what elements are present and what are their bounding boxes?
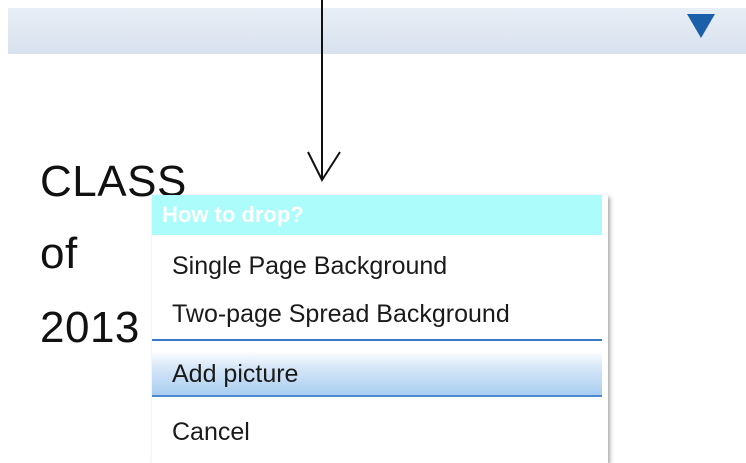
page-text-line-2: of bbox=[40, 229, 78, 278]
top-bar bbox=[8, 8, 746, 54]
page-text-line-3: 2013 bbox=[40, 303, 140, 352]
menu-item-single-page-background[interactable]: Single Page Background bbox=[152, 243, 602, 289]
menu-item-two-page-spread-background[interactable]: Two-page Spread Background bbox=[152, 291, 602, 341]
menu-item-cancel[interactable]: Cancel bbox=[152, 409, 602, 455]
down-arrow-icon bbox=[307, 0, 341, 183]
menu-item-add-picture[interactable]: Add picture bbox=[152, 351, 602, 397]
menu-header: How to drop? bbox=[152, 195, 602, 235]
triangle-down-icon[interactable] bbox=[687, 14, 715, 38]
drop-options-menu: How to drop? Single Page Background Two-… bbox=[152, 195, 608, 463]
